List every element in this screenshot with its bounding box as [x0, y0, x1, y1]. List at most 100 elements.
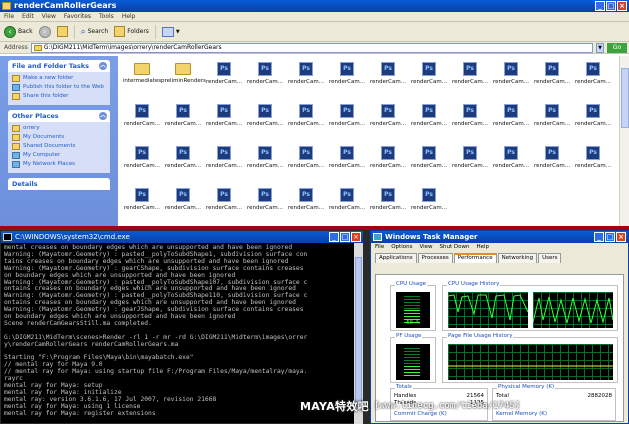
place-my-computer[interactable]: My Computer	[12, 152, 106, 159]
menu-tools[interactable]: Tools	[99, 12, 114, 21]
file-item[interactable]: Ps renderCam...	[325, 188, 369, 228]
menu-help[interactable]: Help	[476, 243, 489, 252]
file-item[interactable]: Ps renderCam...	[243, 104, 287, 144]
place-my-network-places[interactable]: My Network Places	[12, 161, 106, 168]
file-item[interactable]: Ps renderCam...	[325, 146, 369, 186]
tab-applications[interactable]: Applications	[375, 253, 417, 263]
folder-item[interactable]: preliminRenders	[161, 62, 206, 102]
file-item[interactable]: Ps renderCam...	[366, 146, 410, 186]
file-item[interactable]: Ps renderCam...	[161, 188, 205, 228]
file-item[interactable]: Ps renderCam...	[325, 62, 369, 102]
file-item[interactable]: Ps renderCam...	[366, 62, 410, 102]
address-input[interactable]: G:\DIGM211\MidTerm\images\orrery\renderC…	[30, 42, 593, 53]
menu-file[interactable]: File	[4, 12, 14, 21]
file-item[interactable]: Ps renderCam...	[284, 146, 328, 186]
file-item[interactable]: Ps renderCam...	[120, 104, 164, 144]
details-header[interactable]: Details	[8, 178, 110, 190]
place-orrery[interactable]: orrery	[12, 125, 106, 132]
explorer-title-bar[interactable]: renderCamRollerGears _ □ ×	[0, 0, 629, 12]
task-make-new-folder[interactable]: Make a new folder	[12, 75, 106, 82]
minimize-button[interactable]: _	[329, 232, 339, 242]
file-item[interactable]: Ps renderCam...	[284, 188, 328, 228]
cmd-title-bar[interactable]: C:\WINDOWS\system32\cmd.exe _ □ ×	[1, 231, 363, 243]
up-folder-button[interactable]	[56, 26, 68, 37]
collapse-icon[interactable]: ︿	[99, 62, 107, 70]
file-item[interactable]: Ps renderCam...	[161, 146, 205, 186]
views-button[interactable]: ▼	[161, 26, 180, 37]
task-share-folder[interactable]: Share this folder	[12, 93, 106, 100]
tab-users[interactable]: Users	[538, 253, 562, 263]
file-item[interactable]: Ps renderCam...	[243, 146, 287, 186]
file-folder-tasks-header[interactable]: File and Folder Tasks ︿	[8, 60, 110, 72]
file-item[interactable]: Ps renderCam...	[407, 104, 451, 144]
file-item[interactable]: Ps renderCam...	[284, 62, 328, 102]
scrollbar-thumb[interactable]	[621, 68, 629, 128]
maximize-button[interactable]: □	[605, 232, 615, 242]
file-item[interactable]: Ps renderCam...	[161, 104, 205, 144]
file-item[interactable]: Ps renderCam...	[366, 188, 410, 228]
file-item[interactable]: Ps renderCam...	[530, 104, 574, 144]
vertical-scrollbar[interactable]	[619, 56, 629, 226]
file-item[interactable]: Ps renderCam...	[202, 146, 246, 186]
file-item[interactable]: Ps renderCam...	[448, 104, 492, 144]
tab-performance[interactable]: Performance	[453, 253, 497, 263]
minimize-button[interactable]: _	[594, 232, 604, 242]
file-item[interactable]: Ps renderCam...	[407, 62, 451, 102]
file-item[interactable]: Ps renderCam...	[530, 62, 574, 102]
place-shared-documents[interactable]: Shared Documents	[12, 143, 106, 150]
file-item[interactable]: Ps renderCam...	[284, 104, 328, 144]
place-my-documents[interactable]: My Documents	[12, 134, 106, 141]
file-item[interactable]: Ps renderCam...	[448, 62, 492, 102]
file-item[interactable]: Ps renderCam...	[571, 104, 615, 144]
address-dropdown-button[interactable]: ▼	[596, 42, 604, 53]
file-item[interactable]: Ps renderCam...	[202, 188, 246, 228]
photoshop-file-icon: Ps	[545, 146, 559, 160]
file-item[interactable]: Ps renderCam...	[202, 62, 246, 102]
file-item[interactable]: Ps renderCam...	[571, 146, 615, 186]
other-places-header[interactable]: Other Places ︿	[8, 110, 110, 122]
folder-item[interactable]: intermediates	[120, 62, 164, 102]
menu-file[interactable]: File	[375, 243, 384, 252]
collapse-icon[interactable]: ︿	[99, 112, 107, 120]
vertical-scrollbar[interactable]	[354, 243, 363, 424]
search-button[interactable]: ⌕ Search	[81, 27, 109, 37]
file-item[interactable]: Ps renderCam...	[530, 146, 574, 186]
task-manager-title-bar[interactable]: Windows Task Manager _ □ ×	[371, 231, 628, 243]
menu-view[interactable]: View	[419, 243, 432, 252]
file-item[interactable]: Ps renderCam...	[448, 146, 492, 186]
file-item[interactable]: Ps renderCam...	[202, 104, 246, 144]
file-item[interactable]: Ps renderCam...	[407, 146, 451, 186]
go-button[interactable]: Go	[607, 42, 627, 53]
scrollbar-thumb[interactable]	[355, 257, 362, 407]
close-button[interactable]: ×	[351, 232, 361, 242]
file-item[interactable]: Ps renderCam...	[243, 188, 287, 228]
file-item[interactable]: Ps renderCam...	[571, 62, 615, 102]
tab-processes[interactable]: Processes	[417, 253, 453, 263]
file-item[interactable]: Ps renderCam...	[243, 62, 287, 102]
minimize-button[interactable]: _	[595, 1, 605, 11]
menu-edit[interactable]: Edit	[22, 12, 34, 21]
file-item[interactable]: Ps renderCam...	[489, 146, 533, 186]
file-item[interactable]: Ps renderCam...	[325, 104, 369, 144]
file-item[interactable]: Ps renderCam...	[120, 188, 164, 228]
file-item[interactable]: Ps renderCam...	[489, 104, 533, 144]
close-button[interactable]: ×	[617, 1, 627, 11]
console-output[interactable]: mental creases on boundary edges which a…	[1, 243, 353, 423]
maximize-button[interactable]: □	[340, 232, 350, 242]
folders-button[interactable]: Folders	[114, 26, 149, 37]
menu-view[interactable]: View	[42, 12, 56, 21]
file-item[interactable]: Ps renderCam...	[489, 62, 533, 102]
file-item[interactable]: Ps renderCam...	[366, 104, 410, 144]
tab-networking[interactable]: Networking	[497, 253, 538, 263]
menu-favorites[interactable]: Favorites	[64, 12, 91, 21]
maximize-button[interactable]: □	[606, 1, 616, 11]
menu-shut-down[interactable]: Shut Down	[440, 243, 470, 252]
close-button[interactable]: ×	[616, 232, 626, 242]
menu-help[interactable]: Help	[122, 12, 136, 21]
task-publish-folder[interactable]: Publish this folder to the Web	[12, 84, 106, 91]
file-item[interactable]: Ps renderCam...	[407, 188, 451, 228]
forward-button[interactable]: ›	[38, 25, 51, 38]
file-item[interactable]: Ps renderCam...	[120, 146, 164, 186]
back-button[interactable]: ‹ Back	[4, 25, 33, 38]
menu-options[interactable]: Options	[391, 243, 412, 252]
